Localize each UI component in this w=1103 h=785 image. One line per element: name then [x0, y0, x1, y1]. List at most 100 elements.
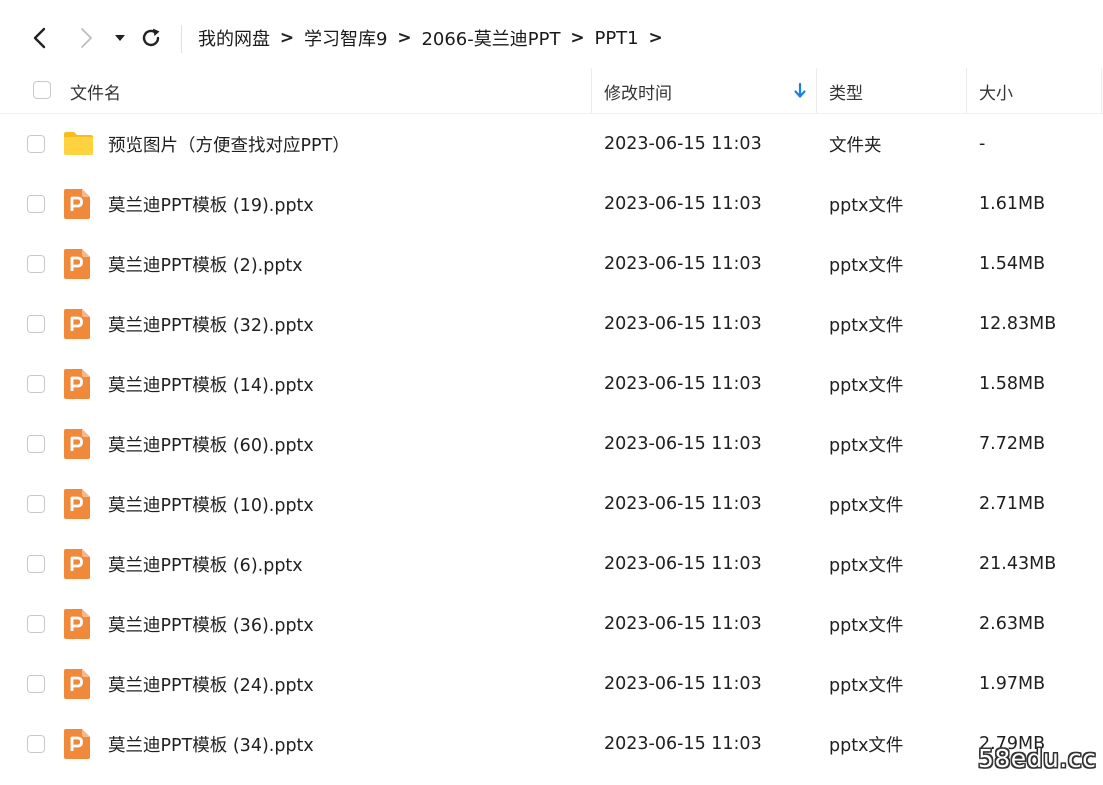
file-name: 莫兰迪PPT模板 (34).pptx [108, 735, 314, 756]
breadcrumb-item-library[interactable]: 学习智库9 [304, 25, 387, 51]
file-row[interactable]: 莫兰迪PPT模板 (24).pptx 2023-06-15 11:03 pptx… [0, 654, 1103, 714]
navigation-toolbar: 我的网盘 > 学习智库9 > 2066-莫兰迪PPT > PPT1 > [0, 0, 1103, 76]
breadcrumb-separator: > [648, 28, 663, 48]
file-row[interactable]: 莫兰迪PPT模板 (14).pptx 2023-06-15 11:03 pptx… [0, 354, 1103, 414]
file-modified: 2023-06-15 11:03 [604, 194, 762, 214]
sort-descending-arrow-icon[interactable] [792, 82, 808, 100]
file-type: pptx文件 [829, 495, 904, 516]
file-modified: 2023-06-15 11:03 [604, 374, 762, 394]
file-row[interactable]: 莫兰迪PPT模板 (6).pptx 2023-06-15 11:03 pptx文… [0, 534, 1103, 594]
pptx-file-icon [64, 429, 90, 459]
file-size: 2.71MB [979, 494, 1046, 514]
row-checkbox[interactable] [27, 735, 45, 753]
file-row[interactable]: 莫兰迪PPT模板 (10).pptx 2023-06-15 11:03 pptx… [0, 474, 1103, 534]
file-size: 21.43MB [979, 554, 1057, 574]
refresh-icon [142, 28, 160, 47]
column-header-size[interactable]: 大小 [979, 68, 1013, 114]
toolbar-divider [181, 25, 182, 53]
row-checkbox[interactable] [27, 495, 45, 513]
pptx-file-icon [64, 309, 90, 339]
file-name: 莫兰迪PPT模板 (24).pptx [108, 675, 314, 696]
file-modified: 2023-06-15 11:03 [604, 554, 762, 574]
file-size: 12.83MB [979, 314, 1057, 334]
row-checkbox[interactable] [27, 435, 45, 453]
breadcrumb-item-root[interactable]: 我的网盘 [198, 25, 270, 51]
file-name: 莫兰迪PPT模板 (10).pptx [108, 495, 314, 516]
row-checkbox[interactable] [27, 555, 45, 573]
file-name: 莫兰迪PPT模板 (2).pptx [108, 255, 303, 276]
watermark-text: 58edu.cc [978, 744, 1097, 773]
file-row[interactable]: 莫兰迪PPT模板 (34).pptx 2023-06-15 11:03 pptx… [0, 714, 1103, 774]
breadcrumb-item-folder[interactable]: 2066-莫兰迪PPT [421, 25, 560, 51]
row-checkbox[interactable] [27, 615, 45, 633]
file-modified: 2023-06-15 11:03 [604, 674, 762, 694]
chevron-left-icon [33, 27, 46, 49]
file-size: 1.58MB [979, 374, 1046, 394]
refresh-button[interactable] [137, 24, 165, 52]
file-type: pptx文件 [829, 435, 904, 456]
file-type: pptx文件 [829, 615, 904, 636]
file-modified: 2023-06-15 11:03 [604, 734, 762, 754]
column-header-name[interactable]: 文件名 [70, 68, 121, 114]
file-type: pptx文件 [829, 555, 904, 576]
file-name: 莫兰迪PPT模板 (19).pptx [108, 195, 314, 216]
column-divider [591, 68, 592, 114]
file-name: 莫兰迪PPT模板 (32).pptx [108, 315, 314, 336]
file-name: 莫兰迪PPT模板 (14).pptx [108, 375, 314, 396]
file-row-folder[interactable]: 预览图片（方便查找对应PPT） 2023-06-15 11:03 文件夹 - [0, 114, 1103, 174]
breadcrumb-item-current[interactable]: PPT1 [594, 28, 638, 49]
file-row[interactable]: 莫兰迪PPT模板 (2).pptx 2023-06-15 11:03 pptx文… [0, 234, 1103, 294]
file-row[interactable]: 莫兰迪PPT模板 (60).pptx 2023-06-15 11:03 pptx… [0, 414, 1103, 474]
file-size: 7.72MB [979, 434, 1046, 454]
pptx-file-icon [64, 489, 90, 519]
column-divider [816, 68, 817, 114]
file-row[interactable]: 莫兰迪PPT模板 (36).pptx 2023-06-15 11:03 pptx… [0, 594, 1103, 654]
pptx-file-icon [64, 189, 90, 219]
file-modified: 2023-06-15 11:03 [604, 134, 762, 154]
breadcrumb-separator: > [570, 28, 585, 48]
column-divider [966, 68, 967, 114]
file-type: pptx文件 [829, 675, 904, 696]
file-size: - [979, 134, 986, 154]
pptx-file-icon [64, 549, 90, 579]
pptx-file-icon [64, 609, 90, 639]
row-checkbox[interactable] [27, 135, 45, 153]
file-modified: 2023-06-15 11:03 [604, 434, 762, 454]
column-header-type[interactable]: 类型 [829, 68, 863, 114]
forward-button[interactable] [72, 24, 100, 52]
breadcrumb-separator: > [397, 28, 412, 48]
folder-icon [64, 132, 93, 155]
file-size: 1.54MB [979, 254, 1046, 274]
file-name: 莫兰迪PPT模板 (60).pptx [108, 435, 314, 456]
row-checkbox[interactable] [27, 315, 45, 333]
row-checkbox[interactable] [27, 375, 45, 393]
file-row[interactable]: 莫兰迪PPT模板 (19).pptx 2023-06-15 11:03 pptx… [0, 174, 1103, 234]
file-modified: 2023-06-15 11:03 [604, 314, 762, 334]
file-row[interactable]: 莫兰迪PPT模板 (32).pptx 2023-06-15 11:03 pptx… [0, 294, 1103, 354]
file-type: pptx文件 [829, 375, 904, 396]
file-type: pptx文件 [829, 735, 904, 756]
file-list-header: 文件名 修改时间 类型 大小 [0, 68, 1103, 114]
pptx-file-icon [64, 249, 90, 279]
back-button[interactable] [26, 24, 54, 52]
row-checkbox[interactable] [27, 255, 45, 273]
breadcrumb: 我的网盘 > 学习智库9 > 2066-莫兰迪PPT > PPT1 > [198, 24, 673, 52]
file-size: 2.63MB [979, 614, 1046, 634]
file-type: pptx文件 [829, 195, 904, 216]
file-name: 莫兰迪PPT模板 (36).pptx [108, 615, 314, 636]
row-checkbox[interactable] [27, 675, 45, 693]
history-dropdown-button[interactable] [108, 24, 132, 52]
pptx-file-icon [64, 669, 90, 699]
file-type: pptx文件 [829, 255, 904, 276]
file-modified: 2023-06-15 11:03 [604, 614, 762, 634]
file-modified: 2023-06-15 11:03 [604, 494, 762, 514]
pptx-file-icon [64, 369, 90, 399]
caret-down-icon [115, 35, 125, 41]
file-name: 预览图片（方便查找对应PPT） [108, 135, 350, 156]
select-all-checkbox[interactable] [33, 81, 51, 99]
column-divider [1101, 68, 1102, 114]
column-header-modified[interactable]: 修改时间 [604, 68, 672, 114]
file-modified: 2023-06-15 11:03 [604, 254, 762, 274]
row-checkbox[interactable] [27, 195, 45, 213]
file-name: 莫兰迪PPT模板 (6).pptx [108, 555, 303, 576]
